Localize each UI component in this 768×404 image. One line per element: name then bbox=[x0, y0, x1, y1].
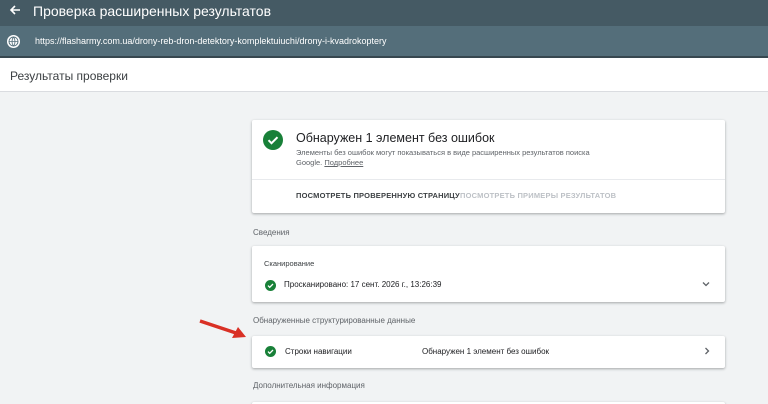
structured-item-name: Строки навигации bbox=[285, 347, 352, 356]
tested-url: https://flasharmy.com.ua/drony-reb-dron-… bbox=[35, 36, 387, 46]
check-circle-icon bbox=[265, 280, 276, 291]
structured-item-status: Обнаружен 1 элемент без ошибок bbox=[422, 347, 550, 356]
crawl-timestamp: Просканировано: 17 сент. 2026 г., 13:26:… bbox=[284, 280, 442, 289]
structured-section-label: Обнаруженные структурированные данные bbox=[253, 316, 416, 325]
breadcrumbs-row[interactable]: Строки навигации Обнаружен 1 элемент без… bbox=[252, 336, 725, 368]
chevron-down-icon[interactable] bbox=[701, 279, 711, 289]
crawl-card[interactable]: Сканирование Просканировано: 17 сент. 20… bbox=[252, 246, 725, 302]
view-tested-page-button[interactable]: ПОСМОТРЕТЬ ПРОВЕРЕННУЮ СТРАНИЦУ bbox=[296, 191, 460, 200]
summary-description: Элементы без ошибок могут показываться в… bbox=[296, 148, 596, 168]
card-divider bbox=[252, 179, 725, 180]
globe-icon bbox=[7, 35, 20, 48]
view-examples-button[interactable]: ПОСМОТРЕТЬ ПРИМЕРЫ РЕЗУЛЬТАТОВ bbox=[460, 191, 616, 200]
app-header: Проверка расширенных результатов https:/… bbox=[0, 0, 768, 58]
check-circle-icon bbox=[263, 130, 283, 150]
back-arrow-icon[interactable] bbox=[8, 3, 22, 17]
additional-section-label: Дополнительная информация bbox=[253, 381, 365, 390]
summary-headline: Обнаружен 1 элемент без ошибок bbox=[296, 131, 495, 145]
summary-card: Обнаружен 1 элемент без ошибок Элементы … bbox=[252, 120, 725, 213]
check-circle-icon bbox=[265, 346, 276, 357]
page-title: Проверка расширенных результатов bbox=[33, 3, 272, 19]
crawl-label: Сканирование bbox=[264, 259, 315, 268]
url-bar: https://flasharmy.com.ua/drony-reb-dron-… bbox=[0, 26, 768, 58]
annotation-arrow-icon bbox=[199, 319, 246, 338]
learn-more-link[interactable]: Подробнее bbox=[324, 158, 363, 167]
details-section-label: Сведения bbox=[253, 228, 290, 237]
results-title: Результаты проверки bbox=[10, 69, 128, 83]
chevron-right-icon[interactable] bbox=[702, 346, 712, 356]
results-subheader: Результаты проверки bbox=[0, 58, 768, 92]
